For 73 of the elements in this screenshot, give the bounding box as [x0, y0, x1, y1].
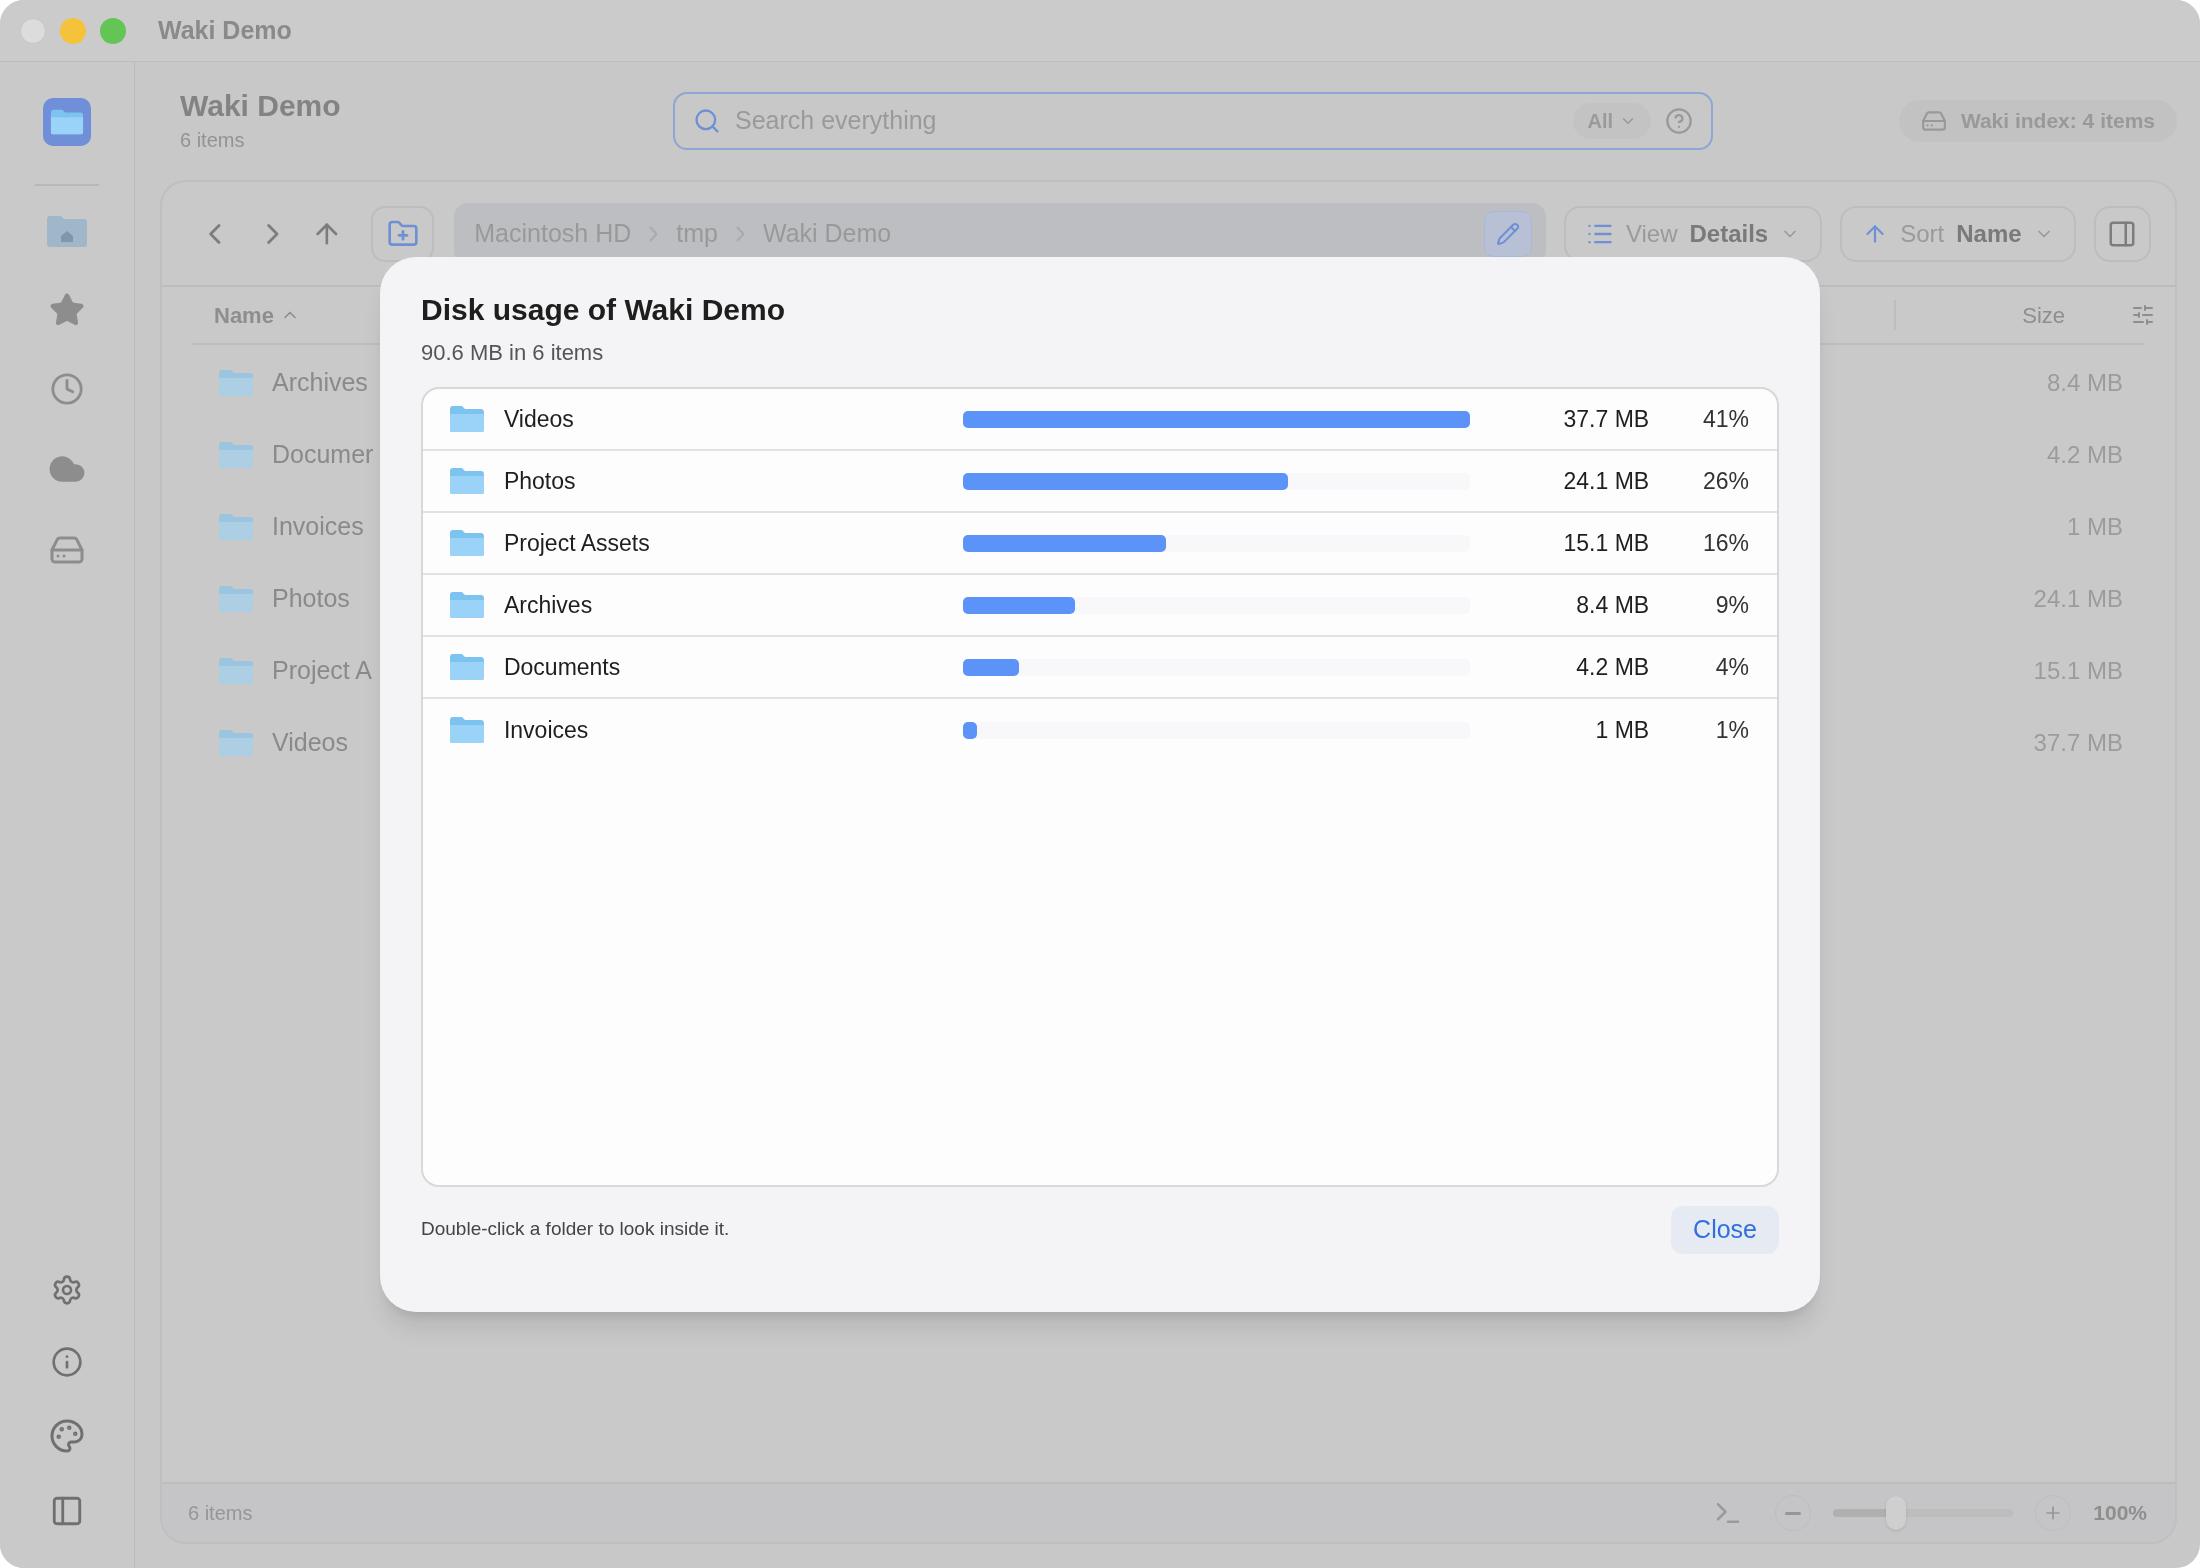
folder-icon: [449, 405, 485, 433]
close-button[interactable]: Close: [1671, 1205, 1779, 1254]
folder-name: Archives: [503, 590, 594, 620]
app-icon[interactable]: [43, 98, 91, 146]
folder-percent: 1%: [1714, 715, 1749, 745]
file-name[interactable]: Archives: [272, 364, 368, 402]
zoom-level: 100%: [2093, 1500, 2147, 1527]
folder-size: 4.2 MB: [1575, 652, 1650, 682]
usage-row[interactable]: Documents 4.2 MB 4%: [423, 637, 1777, 699]
minimize-button[interactable]: [60, 17, 86, 44]
column-settings-icon[interactable]: [2131, 303, 2155, 327]
dialog-subtitle: 90.6 MB in 6 items: [421, 339, 605, 367]
folder-name: Photos: [503, 466, 577, 496]
usage-row[interactable]: Project Assets 15.1 MB 16%: [423, 513, 1777, 575]
home-folder-icon[interactable]: [46, 214, 88, 248]
clock-icon[interactable]: [50, 372, 84, 406]
column-header[interactable]: Size: [2022, 298, 2065, 332]
file-name[interactable]: Documer: [272, 436, 374, 474]
folder-name: Project Assets: [503, 528, 651, 558]
info-icon[interactable]: [51, 1346, 83, 1378]
folder-icon: [449, 529, 485, 557]
dialog-title: Disk usage of Waki Demo: [421, 292, 786, 328]
file-name[interactable]: Project A: [272, 652, 373, 690]
folder-icon: [449, 591, 485, 619]
usage-row[interactable]: Videos 37.7 MB 41%: [423, 389, 1777, 451]
minus-icon: [1785, 1511, 1802, 1515]
folder-icon: [218, 441, 254, 469]
separator-icon: [736, 225, 745, 242]
usage-row[interactable]: Archives 8.4 MB 9%: [423, 575, 1777, 637]
folder-icon: [449, 467, 485, 495]
folder-icon: [218, 657, 254, 685]
folder-size: 24.1 MB: [1562, 466, 1650, 496]
folder-size: 8.4 MB: [1575, 590, 1650, 620]
edit-path-button[interactable]: [1483, 210, 1532, 257]
usage-row[interactable]: Photos 24.1 MB 26%: [423, 451, 1777, 513]
folder-percent: 4%: [1714, 652, 1749, 682]
folder-name: Videos: [503, 404, 575, 434]
folder-percent: 16%: [1701, 528, 1749, 558]
folder-title: Waki Demo: [180, 88, 342, 125]
help-icon[interactable]: [1665, 107, 1693, 135]
slider-thumb[interactable]: [1886, 1496, 1907, 1530]
folder-icon: [218, 513, 254, 541]
settings-icon[interactable]: [51, 1274, 83, 1306]
usage-row[interactable]: Invoices 1 MB 1%: [423, 699, 1777, 761]
file-name[interactable]: Videos: [272, 724, 348, 762]
folder-percent: 26%: [1701, 466, 1749, 496]
column-header[interactable]: Name: [214, 298, 274, 332]
folder-percent: 41%: [1701, 404, 1749, 434]
sidebar-toggle-icon[interactable]: [50, 1494, 84, 1528]
dialog-hint: Double-click a folder to look inside it.: [421, 1217, 730, 1242]
search-icon: [693, 107, 721, 135]
pencil-icon: [1495, 221, 1520, 246]
file-name[interactable]: Photos: [272, 580, 350, 618]
folder-percent: 9%: [1714, 590, 1749, 620]
folder-icon: [50, 108, 84, 136]
star-icon[interactable]: [49, 292, 85, 328]
separator-icon: [649, 225, 659, 242]
folder-icon: [449, 716, 485, 744]
folder-icon: [449, 653, 485, 681]
folder-size: 1 MB: [1594, 715, 1650, 745]
folder-size: 37.7 MB: [1562, 404, 1650, 434]
folder-icon: [218, 369, 254, 397]
folder-size: 15.1 MB: [1562, 528, 1650, 558]
drive-icon: [1920, 108, 1947, 134]
file-name[interactable]: Invoices: [272, 508, 364, 546]
zoom-button[interactable]: [100, 17, 126, 44]
folder-icon: [218, 729, 254, 757]
folder-name: Documents: [503, 652, 622, 682]
preview-toggle-button[interactable]: [2093, 205, 2151, 262]
window-title: Waki Demo: [158, 14, 292, 46]
folder-icon: [218, 585, 254, 613]
folder-name: Invoices: [503, 715, 590, 745]
palette-icon[interactable]: [49, 1418, 85, 1454]
